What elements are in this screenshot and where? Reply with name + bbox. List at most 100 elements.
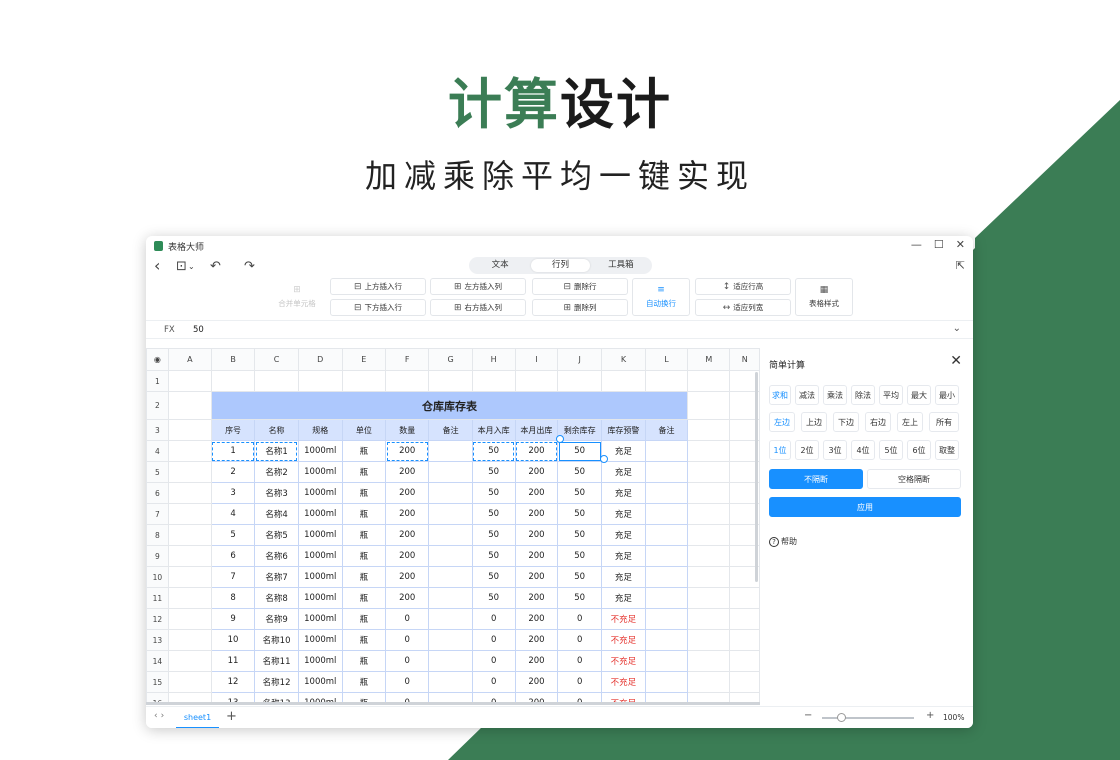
table-cell[interactable]: 7 [210, 566, 256, 588]
table-cell[interactable]: 名称6 [254, 545, 299, 567]
cell[interactable] [471, 370, 516, 392]
table-cell[interactable] [428, 650, 473, 672]
table-cell[interactable]: 1000ml [297, 587, 343, 609]
save-icon[interactable]: ⊡ [176, 259, 187, 274]
column-header[interactable]: L [644, 348, 689, 371]
table-cell[interactable] [644, 461, 689, 483]
table-cell[interactable]: 名称11 [254, 650, 299, 672]
delete-col-button[interactable]: ⊞ 删除列 [532, 299, 628, 316]
save-dropdown-icon[interactable]: ⌄ [188, 262, 195, 271]
table-cell[interactable]: 6 [210, 545, 256, 567]
table-cell[interactable]: 瓶 [341, 440, 387, 462]
decimal-1-button[interactable]: 1位 [769, 440, 791, 460]
table-header-cell[interactable]: 备注 [644, 419, 689, 441]
table-cell[interactable]: 0 [385, 671, 430, 693]
chevron-down-icon[interactable]: ⌄ [953, 323, 961, 334]
row-header[interactable]: 9 [146, 545, 169, 567]
column-header[interactable]: H [471, 348, 516, 371]
minimize-icon[interactable]: — [911, 238, 922, 251]
dir-upper-left-button[interactable]: 左上 [897, 412, 923, 432]
table-cell[interactable]: 200 [385, 524, 430, 546]
delete-row-button[interactable]: ⊟ 删除行 [532, 278, 628, 295]
table-cell[interactable]: 瓶 [341, 587, 387, 609]
maximize-icon[interactable]: ☐ [934, 238, 944, 251]
table-cell[interactable]: 名称3 [254, 482, 299, 504]
cell[interactable] [687, 629, 731, 651]
decimal-4-button[interactable]: 4位 [851, 440, 875, 460]
table-cell[interactable]: 名称9 [254, 608, 299, 630]
table-cell[interactable]: 200 [385, 545, 430, 567]
column-header[interactable]: B [210, 348, 256, 371]
separator-none-button[interactable]: 不隔断 [769, 469, 863, 489]
cell[interactable] [687, 671, 731, 693]
table-cell[interactable]: 10 [210, 629, 256, 651]
table-cell[interactable]: 0 [471, 671, 516, 693]
table-cell[interactable] [428, 482, 473, 504]
selection-handle-bottom[interactable] [600, 455, 608, 463]
cell[interactable] [167, 587, 212, 609]
decimal-5-button[interactable]: 5位 [879, 440, 903, 460]
table-cell[interactable]: 不充足 [601, 629, 646, 651]
close-window-icon[interactable]: ✕ [956, 238, 965, 251]
table-cell[interactable] [644, 608, 689, 630]
column-header[interactable]: G [428, 348, 473, 371]
column-header[interactable]: J [557, 348, 603, 371]
cell[interactable] [687, 545, 731, 567]
row-header[interactable]: 10 [146, 566, 169, 588]
table-header-cell[interactable]: 库存预警 [601, 419, 646, 441]
table-cell[interactable]: 8 [210, 587, 256, 609]
table-cell[interactable]: 瓶 [341, 650, 387, 672]
table-cell[interactable] [428, 524, 473, 546]
merge-cells-button[interactable]: ⊞ 合并单元格 [268, 278, 326, 316]
cell[interactable] [428, 370, 473, 392]
table-cell[interactable]: 充足 [601, 566, 646, 588]
decimal-2-button[interactable]: 2位 [795, 440, 819, 460]
table-cell[interactable]: 1000ml [297, 566, 343, 588]
dir-down-button[interactable]: 下边 [833, 412, 859, 432]
cell[interactable] [687, 566, 731, 588]
cell[interactable] [167, 566, 212, 588]
table-cell[interactable]: 50 [557, 524, 603, 546]
row-header[interactable]: 1 [146, 370, 169, 392]
table-cell[interactable]: 200 [514, 461, 559, 483]
row-header[interactable]: 12 [146, 608, 169, 630]
insert-row-below-button[interactable]: ⊟ 下方插入行 [330, 299, 426, 316]
zoom-slider-handle[interactable] [837, 713, 846, 722]
table-cell[interactable] [644, 545, 689, 567]
decimal-integer-button[interactable]: 取整 [935, 440, 959, 460]
table-header-cell[interactable]: 规格 [297, 419, 343, 441]
table-cell[interactable] [428, 566, 473, 588]
row-header[interactable]: 13 [146, 629, 169, 651]
table-cell[interactable]: 瓶 [341, 545, 387, 567]
cell[interactable] [341, 370, 387, 392]
table-cell[interactable] [428, 503, 473, 525]
op-max-button[interactable]: 最大 [907, 385, 931, 405]
table-cell[interactable]: 不充足 [601, 671, 646, 693]
cell[interactable] [254, 370, 299, 392]
table-cell[interactable]: 1 [210, 440, 256, 462]
cell[interactable] [644, 370, 689, 392]
table-cell[interactable]: 充足 [601, 545, 646, 567]
cell[interactable] [729, 671, 760, 693]
row-header[interactable]: 15 [146, 671, 169, 693]
zoom-slider[interactable] [822, 717, 914, 719]
table-cell[interactable] [644, 629, 689, 651]
row-header[interactable]: 5 [146, 461, 169, 483]
table-cell[interactable]: 不充足 [601, 650, 646, 672]
table-cell[interactable]: 1000ml [297, 608, 343, 630]
cell[interactable] [729, 587, 760, 609]
table-cell[interactable]: 充足 [601, 482, 646, 504]
table-cell[interactable]: 1000ml [297, 503, 343, 525]
table-cell[interactable]: 0 [557, 629, 603, 651]
row-header[interactable]: 11 [146, 587, 169, 609]
cell[interactable] [167, 503, 212, 525]
table-cell[interactable]: 4 [210, 503, 256, 525]
table-cell[interactable]: 50 [471, 587, 516, 609]
table-cell[interactable]: 名称10 [254, 629, 299, 651]
table-cell[interactable]: 名称2 [254, 461, 299, 483]
table-cell[interactable]: 充足 [601, 524, 646, 546]
table-cell[interactable]: 瓶 [341, 503, 387, 525]
vertical-scrollbar[interactable] [755, 372, 758, 582]
table-cell[interactable]: 200 [514, 545, 559, 567]
table-cell[interactable]: 名称1 [254, 440, 299, 462]
